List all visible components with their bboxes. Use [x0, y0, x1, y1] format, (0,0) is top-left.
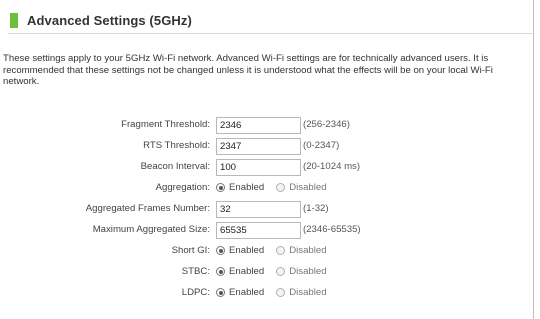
- fragment-threshold-label: Fragment Threshold:: [121, 119, 210, 130]
- aggregation-disabled-label: Disabled: [289, 182, 327, 193]
- header-divider: [8, 33, 532, 34]
- beacon-interval-input[interactable]: [216, 159, 301, 176]
- stbc-label: STBC:: [181, 266, 210, 277]
- max-aggregated-size-input[interactable]: [216, 222, 301, 239]
- stbc-enabled-radio[interactable]: Enabled: [216, 266, 264, 277]
- rts-threshold-input[interactable]: [216, 138, 301, 155]
- section-header: Advanced Settings (5GHz): [10, 9, 192, 31]
- ldpc-radio-group: Enabled Disabled: [216, 287, 339, 298]
- section-title: Advanced Settings (5GHz): [27, 12, 192, 28]
- radio-selected-icon: [216, 288, 225, 297]
- max-aggregated-size-row: Maximum Aggregated Size: (2346-65535): [0, 222, 533, 239]
- radio-selected-icon: [216, 246, 225, 255]
- radio-unselected-icon: [276, 267, 286, 276]
- ldpc-enabled-label: Enabled: [229, 287, 265, 298]
- rts-threshold-row: RTS Threshold: (0-2347): [0, 138, 533, 155]
- ldpc-disabled-label: Disabled: [289, 287, 327, 298]
- fragment-threshold-hint: (256-2346): [303, 119, 350, 130]
- short-gi-disabled-label: Disabled: [289, 245, 327, 256]
- fragment-threshold-input[interactable]: [216, 117, 301, 134]
- aggregation-enabled-label: Enabled: [229, 182, 265, 193]
- ldpc-label: LDPC:: [181, 287, 210, 298]
- aggregated-frames-label: Aggregated Frames Number:: [85, 203, 210, 214]
- short-gi-row: Short GI: Enabled Disabled: [0, 243, 533, 260]
- stbc-disabled-label: Disabled: [289, 266, 327, 277]
- section-accent-bar: [10, 12, 18, 28]
- radio-unselected-icon: [276, 183, 286, 192]
- short-gi-label: Short GI:: [171, 245, 210, 256]
- radio-selected-icon: [216, 183, 225, 192]
- aggregated-frames-hint: (1-32): [303, 203, 329, 214]
- stbc-disabled-radio[interactable]: Disabled: [276, 266, 327, 277]
- beacon-interval-row: Beacon Interval: (20-1024 ms): [0, 159, 533, 176]
- max-aggregated-size-hint: (2346-65535): [303, 224, 361, 235]
- rts-threshold-label: RTS Threshold:: [143, 140, 210, 151]
- beacon-interval-label: Beacon Interval:: [140, 161, 210, 172]
- rts-threshold-hint: (0-2347): [303, 140, 340, 151]
- stbc-radio-group: Enabled Disabled: [216, 266, 339, 277]
- aggregated-frames-input[interactable]: [216, 201, 301, 218]
- radio-selected-icon: [216, 267, 225, 276]
- aggregation-radio-group: Enabled Disabled: [216, 182, 339, 193]
- aggregation-enabled-radio[interactable]: Enabled: [216, 182, 264, 193]
- stbc-enabled-label: Enabled: [229, 266, 265, 277]
- beacon-interval-hint: (20-1024 ms): [303, 161, 361, 172]
- panel-border: [533, 0, 534, 319]
- radio-unselected-icon: [276, 288, 286, 297]
- ldpc-row: LDPC: Enabled Disabled: [0, 285, 533, 302]
- ldpc-enabled-radio[interactable]: Enabled: [216, 287, 264, 298]
- max-aggregated-size-label: Maximum Aggregated Size:: [92, 224, 210, 235]
- radio-unselected-icon: [276, 246, 286, 255]
- short-gi-disabled-radio[interactable]: Disabled: [276, 245, 327, 256]
- fragment-threshold-row: Fragment Threshold: (256-2346): [0, 117, 533, 134]
- stbc-row: STBC: Enabled Disabled: [0, 264, 533, 281]
- aggregated-frames-row: Aggregated Frames Number: (1-32): [0, 201, 533, 218]
- short-gi-enabled-label: Enabled: [229, 245, 265, 256]
- aggregation-disabled-radio[interactable]: Disabled: [276, 182, 327, 193]
- aggregation-row: Aggregation: Enabled Disabled: [0, 180, 533, 197]
- section-description: These settings apply to your 5GHz Wi-Fi …: [3, 53, 493, 87]
- short-gi-radio-group: Enabled Disabled: [216, 245, 339, 256]
- aggregation-label: Aggregation:: [155, 182, 210, 193]
- short-gi-enabled-radio[interactable]: Enabled: [216, 245, 264, 256]
- ldpc-disabled-radio[interactable]: Disabled: [276, 287, 327, 298]
